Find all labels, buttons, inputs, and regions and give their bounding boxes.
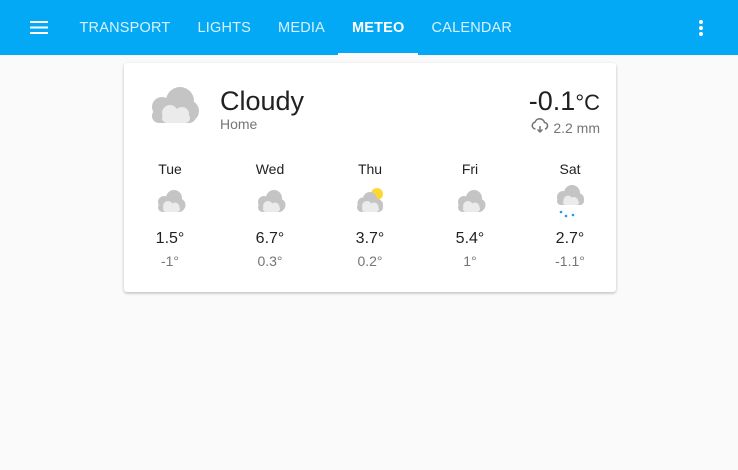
forecast-low-temp: 0.2°	[357, 253, 383, 269]
cloudy-icon	[440, 184, 500, 218]
forecast-day-name: Sat	[559, 161, 581, 177]
forecast-day: Fri 5.4° 1°	[440, 160, 500, 269]
precipitation: 2.2 mm	[531, 118, 600, 137]
forecast-high-temp: 1.5°	[155, 230, 185, 247]
weather-card: Cloudy Home -0.1°C 2.2 mm Tue 1.5° -1° W…	[124, 63, 616, 292]
forecast-high-temp: 5.4°	[455, 230, 485, 247]
tab-transport[interactable]: TRANSPORT	[66, 0, 184, 55]
tab-media[interactable]: MEDIA	[265, 0, 339, 55]
cloudy-icon	[144, 83, 200, 130]
forecast-low-temp: -1°	[160, 253, 180, 269]
forecast-low-temp: 0.3°	[257, 253, 283, 269]
current-temperature: -0.1°C	[529, 86, 600, 118]
tab-meteo[interactable]: METEO	[338, 0, 418, 55]
tab-bar: TRANSPORT LIGHTS MEDIA METEO CALENDAR	[66, 0, 526, 55]
weather-location: Home	[220, 116, 258, 132]
forecast-day: Wed 6.7° 0.3°	[240, 160, 300, 269]
snowy-icon	[540, 184, 600, 218]
partly-cloudy-icon	[340, 184, 400, 218]
forecast-day-name: Tue	[158, 161, 182, 177]
weather-condition: Cloudy	[220, 86, 305, 116]
forecast-day-name: Wed	[255, 161, 285, 177]
forecast-low-temp: -1.1°	[555, 253, 585, 269]
forecast-day: Thu 3.7° 0.2°	[340, 160, 400, 269]
tab-calendar[interactable]: CALENDAR	[418, 0, 526, 55]
forecast-high-temp: 2.7°	[555, 230, 585, 247]
forecast-day-name: Thu	[357, 161, 383, 177]
forecast-row: Tue 1.5° -1° Wed 6.7° 0.3° Thu 3.7° 0.2°…	[140, 160, 600, 269]
forecast-high-temp: 6.7°	[255, 230, 285, 247]
temperature-value: -0.1	[528, 86, 576, 116]
forecast-day: Tue 1.5° -1°	[140, 160, 200, 269]
forecast-day-name: Fri	[461, 161, 479, 177]
rain-cloud-icon	[531, 118, 549, 137]
cloudy-icon	[240, 184, 300, 218]
more-vertical-icon[interactable]	[686, 14, 716, 42]
top-toolbar: TRANSPORT LIGHTS MEDIA METEO CALENDAR	[0, 0, 738, 55]
hamburger-menu-icon[interactable]	[20, 13, 58, 41]
tab-lights[interactable]: LIGHTS	[184, 0, 265, 55]
precipitation-value: 2.2 mm	[553, 119, 600, 136]
forecast-day: Sat 2.7° -1.1°	[540, 160, 600, 269]
temperature-unit: °C	[575, 90, 600, 115]
forecast-high-temp: 3.7°	[355, 230, 385, 247]
forecast-low-temp: 1°	[463, 253, 477, 269]
cloudy-icon	[140, 184, 200, 218]
